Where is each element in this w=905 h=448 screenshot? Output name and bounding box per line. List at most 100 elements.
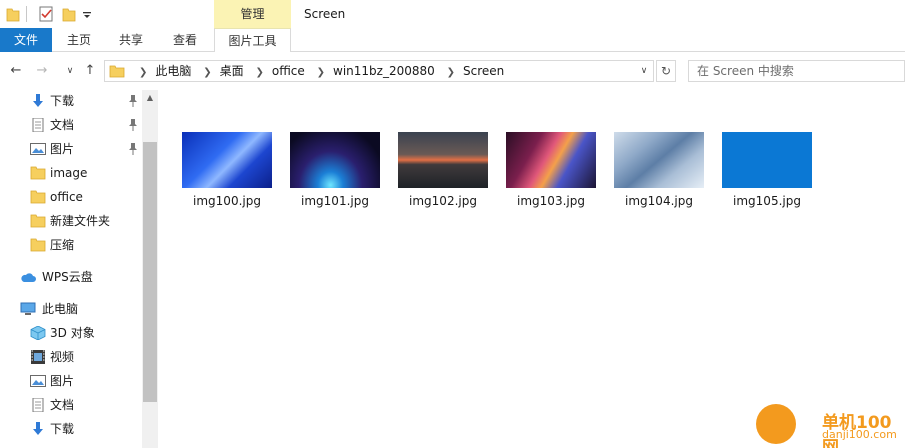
tab-manage[interactable]: 管理 <box>214 0 291 28</box>
ribbon-tabs: 文件 主页 共享 查看 图片工具 <box>0 28 905 52</box>
chevron-right-icon[interactable]: ❯ <box>139 63 147 83</box>
pin-icon[interactable] <box>128 119 138 131</box>
breadcrumb-win11bz[interactable]: win11bz_200880 <box>333 61 435 81</box>
download-icon <box>33 422 43 435</box>
documents-icon <box>32 398 44 412</box>
refresh-icon[interactable]: ↻ <box>656 60 676 82</box>
window-title: Screen <box>304 7 346 21</box>
folder-icon <box>30 238 46 252</box>
sidebar-item-label: 文档 <box>50 118 75 132</box>
download-icon <box>33 94 43 107</box>
recent-locations-icon[interactable]: ∨ <box>62 63 78 79</box>
sidebar-item-label: office <box>50 190 83 204</box>
sidebar-item-label: 下载 <box>50 94 75 108</box>
chevron-right-icon[interactable]: ❯ <box>203 63 211 83</box>
nav-scrollbar[interactable]: ▲ <box>142 90 158 448</box>
navigation-pane: 下载 文档 图片 image office 新建文件夹 压缩 WPS云盘 此电脑… <box>0 90 158 448</box>
breadcrumb-screen[interactable]: Screen <box>463 61 504 81</box>
title-bar: 管理 Screen <box>0 0 905 28</box>
sidebar-item-documents-pc[interactable]: 文档 <box>0 394 142 416</box>
watermark-site: danji100.com <box>822 428 897 441</box>
breadcrumb-desktop[interactable]: 桌面 <box>220 61 244 81</box>
scroll-up-icon[interactable]: ▲ <box>142 90 158 106</box>
tab-share[interactable]: 共享 <box>108 28 154 52</box>
chevron-down-icon[interactable]: ∨ <box>635 61 653 81</box>
toolbar-divider <box>26 6 27 22</box>
file-item[interactable]: img100.jpg <box>177 132 277 216</box>
sidebar-item-label: 下载 <box>50 422 75 436</box>
address-bar[interactable]: ❯ 此电脑 ❯ 桌面 ❯ office ❯ win11bz_200880 ❯ Screen… <box>104 60 654 82</box>
sidebar-item-documents[interactable]: 文档 <box>0 114 142 136</box>
sidebar-item-videos[interactable]: 视频 <box>0 346 142 368</box>
tab-picture-tools[interactable]: 图片工具 <box>214 28 291 52</box>
sidebar-item-compress[interactable]: 压缩 <box>0 234 142 256</box>
file-name: img103.jpg <box>517 194 585 208</box>
new-folder-icon[interactable] <box>62 5 76 23</box>
chevron-right-icon[interactable]: ❯ <box>447 63 455 83</box>
file-item[interactable]: img103.jpg <box>501 132 601 216</box>
sidebar-item-downloads[interactable]: 下载 <box>0 90 142 112</box>
file-item[interactable]: img104.jpg <box>609 132 709 216</box>
breadcrumb-this-pc[interactable]: 此电脑 <box>155 61 191 81</box>
chevron-right-icon[interactable]: ❯ <box>255 63 263 83</box>
sidebar-item-label: 图片 <box>50 142 75 156</box>
customize-toolbar-icon[interactable] <box>82 5 92 23</box>
file-item[interactable]: img101.jpg <box>285 132 385 216</box>
folder-icon <box>30 166 46 180</box>
file-item[interactable]: img105.jpg <box>717 132 817 216</box>
cloud-icon <box>21 273 36 282</box>
3d-objects-icon <box>30 326 46 340</box>
file-item[interactable]: img102.jpg <box>393 132 493 216</box>
sidebar-item-label: 此电脑 <box>42 302 79 316</box>
sidebar-item-label: 3D 对象 <box>50 326 95 340</box>
tab-home[interactable]: 主页 <box>56 28 102 52</box>
tab-view[interactable]: 查看 <box>162 28 208 52</box>
image-thumbnail <box>506 132 596 188</box>
file-list: img100.jpg img101.jpg img102.jpg img103.… <box>162 90 905 448</box>
sidebar-item-image[interactable]: image <box>0 162 142 184</box>
sidebar-item-new-folder[interactable]: 新建文件夹 <box>0 210 142 232</box>
image-thumbnail <box>182 132 272 188</box>
image-thumbnail <box>614 132 704 188</box>
properties-icon[interactable] <box>38 5 54 23</box>
breadcrumb: ❯ 此电脑 ❯ 桌面 ❯ office ❯ win11bz_200880 ❯ Screen <box>131 61 504 81</box>
sidebar-item-label: WPS云盘 <box>42 270 93 284</box>
sidebar-item-label: 视频 <box>50 350 75 364</box>
file-name: img104.jpg <box>625 194 693 208</box>
sidebar-item-label: 图片 <box>50 374 75 388</box>
image-thumbnail <box>290 132 380 188</box>
search-input[interactable]: 在 Screen 中搜索 <box>688 60 905 82</box>
tab-file[interactable]: 文件 <box>0 28 52 52</box>
breadcrumb-office[interactable]: office <box>272 61 305 81</box>
folder-icon <box>109 65 125 78</box>
pictures-icon <box>30 143 46 155</box>
image-thumbnail <box>722 132 812 188</box>
sidebar-item-office[interactable]: office <box>0 186 142 208</box>
back-icon[interactable]: ← <box>8 63 24 79</box>
up-icon[interactable]: ↑ <box>82 63 98 79</box>
scroll-thumb[interactable] <box>143 142 157 402</box>
sidebar-item-3d-objects[interactable]: 3D 对象 <box>0 322 142 344</box>
search-placeholder: 在 Screen 中搜索 <box>697 64 794 78</box>
pictures-icon <box>30 375 46 387</box>
pin-icon[interactable] <box>128 95 138 107</box>
documents-icon <box>32 118 44 132</box>
computer-icon <box>20 302 36 315</box>
file-name: img100.jpg <box>193 194 261 208</box>
image-thumbnail <box>398 132 488 188</box>
chevron-right-icon[interactable]: ❯ <box>317 63 325 83</box>
sidebar-item-wps-cloud[interactable]: WPS云盘 <box>0 266 142 288</box>
file-name: img101.jpg <box>301 194 369 208</box>
sidebar-item-pictures-pc[interactable]: 图片 <box>0 370 142 392</box>
sidebar-item-this-pc[interactable]: 此电脑 <box>0 298 142 320</box>
sidebar-item-label: image <box>50 166 88 180</box>
folder-icon[interactable] <box>6 5 20 23</box>
sidebar-item-downloads-pc[interactable]: 下载 <box>0 418 142 440</box>
forward-icon[interactable]: → <box>34 63 50 79</box>
sidebar-item-label: 压缩 <box>50 238 75 252</box>
pin-icon[interactable] <box>128 143 138 155</box>
navigation-bar: ← → ∨ ↑ ❯ 此电脑 ❯ 桌面 ❯ office ❯ win11bz_200880… <box>0 52 905 90</box>
file-name: img105.jpg <box>733 194 801 208</box>
sidebar-item-pictures[interactable]: 图片 <box>0 138 142 160</box>
file-name: img102.jpg <box>409 194 477 208</box>
